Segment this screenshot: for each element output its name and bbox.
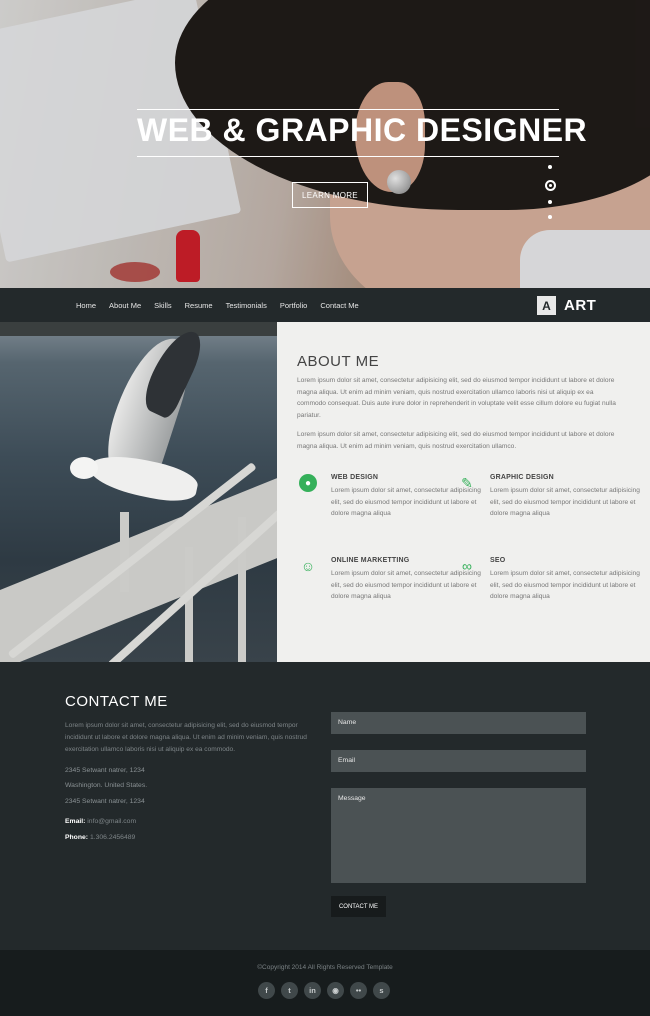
pen-icon: ✎ xyxy=(461,474,473,491)
contact-submit-button[interactable]: CONTACT ME xyxy=(331,896,386,917)
hero-banner: WEB & GRAPHIC DESIGNER LEARN MORE xyxy=(0,0,650,288)
slider-dots xyxy=(544,165,556,230)
twitter-icon[interactable]: t xyxy=(281,982,298,999)
swirl-icon: ∞ xyxy=(462,558,472,574)
about-heading: ABOUT ME xyxy=(297,353,380,370)
feature-title: GRAPHIC DESIGN xyxy=(490,474,554,481)
photo-pier-post xyxy=(120,512,129,592)
hero-title: WEB & GRAPHIC DESIGNER xyxy=(137,112,588,148)
feature-title: SEO xyxy=(490,557,506,564)
linkedin-icon[interactable]: in xyxy=(304,982,321,999)
nav-item-contact[interactable]: Contact Me xyxy=(320,301,358,310)
contact-phone: Phone: 1.306.2456489 xyxy=(65,834,135,841)
site-logo[interactable]: A ART xyxy=(537,296,596,315)
contact-intro: Lorem ipsum dolor sit amet, consectetur … xyxy=(65,722,307,753)
about-section: ABOUT ME Lorem ipsum dolor sit amet, con… xyxy=(277,322,650,662)
nav-item-about[interactable]: About Me xyxy=(109,301,141,310)
email-value[interactable]: info@gmail.com xyxy=(87,818,136,825)
photo-gull-head xyxy=(70,457,98,479)
contact-section: CONTACT ME Lorem ipsum dolor sit amet, c… xyxy=(0,662,650,950)
photo-pier-post xyxy=(185,547,193,662)
feature-text: Lorem ipsum dolor sit amet, consectetur … xyxy=(490,570,640,601)
footer: ©Copyright 2014 All Rights Reserved Temp… xyxy=(0,950,650,1016)
contact-email: Email: info@gmail.com xyxy=(65,818,136,825)
nav-item-portfolio[interactable]: Portfolio xyxy=(280,301,308,310)
logo-word: ART xyxy=(564,297,597,314)
nav-item-testimonials[interactable]: Testimonials xyxy=(226,301,267,310)
flickr-icon[interactable]: •• xyxy=(350,982,367,999)
address-line-1: 2345 Setwant natrer, 1234 xyxy=(65,767,145,774)
logo-mark: A xyxy=(537,296,556,315)
photo-shore xyxy=(0,322,277,336)
nav-item-skills[interactable]: Skills xyxy=(154,301,172,310)
email-label: Email: xyxy=(65,818,86,825)
contact-heading: CONTACT ME xyxy=(65,693,168,710)
slider-dot[interactable] xyxy=(548,215,552,219)
name-field[interactable]: Name xyxy=(331,712,586,734)
slider-dot-active[interactable] xyxy=(544,180,556,191)
address-line-3: 2345 Setwant natrer, 1234 xyxy=(65,798,145,805)
hero-top-rule xyxy=(137,109,559,110)
learn-more-button[interactable]: LEARN MORE xyxy=(292,182,368,208)
about-paragraph-2: Lorem ipsum dolor sit amet, consectetur … xyxy=(297,431,615,450)
hero-bottom-rule xyxy=(137,156,559,157)
nav-item-home[interactable]: Home xyxy=(76,301,96,310)
slider-dot[interactable] xyxy=(548,165,552,169)
skype-icon[interactable]: s xyxy=(373,982,390,999)
phone-label: Phone: xyxy=(65,834,89,841)
email-field[interactable]: Email xyxy=(331,750,586,772)
feature-graphic-design: ✎ GRAPHIC DESIGN Lorem ipsum dolor sit a… xyxy=(461,474,640,520)
globe-icon: ● xyxy=(299,474,317,492)
nav-item-resume[interactable]: Resume xyxy=(185,301,213,310)
social-links: f t in ◉ •• s xyxy=(258,982,396,999)
people-icon: ☺ xyxy=(300,558,316,574)
address-line-2: Washington. United States. xyxy=(65,782,148,789)
feature-text: Lorem ipsum dolor sit amet, consectetur … xyxy=(490,487,640,518)
message-field[interactable]: Message xyxy=(331,788,586,883)
slider-dot[interactable] xyxy=(548,200,552,204)
facebook-icon[interactable]: f xyxy=(258,982,275,999)
about-photo xyxy=(0,322,277,662)
phone-value: 1.306.2456489 xyxy=(89,834,136,841)
feature-seo: ∞ SEO Lorem ipsum dolor sit amet, consec… xyxy=(462,557,640,603)
dribbble-icon[interactable]: ◉ xyxy=(327,982,344,999)
about-paragraph-1: Lorem ipsum dolor sit amet, consectetur … xyxy=(297,377,616,419)
copyright-text: ©Copyright 2014 All Rights Reserved Temp… xyxy=(257,964,393,971)
